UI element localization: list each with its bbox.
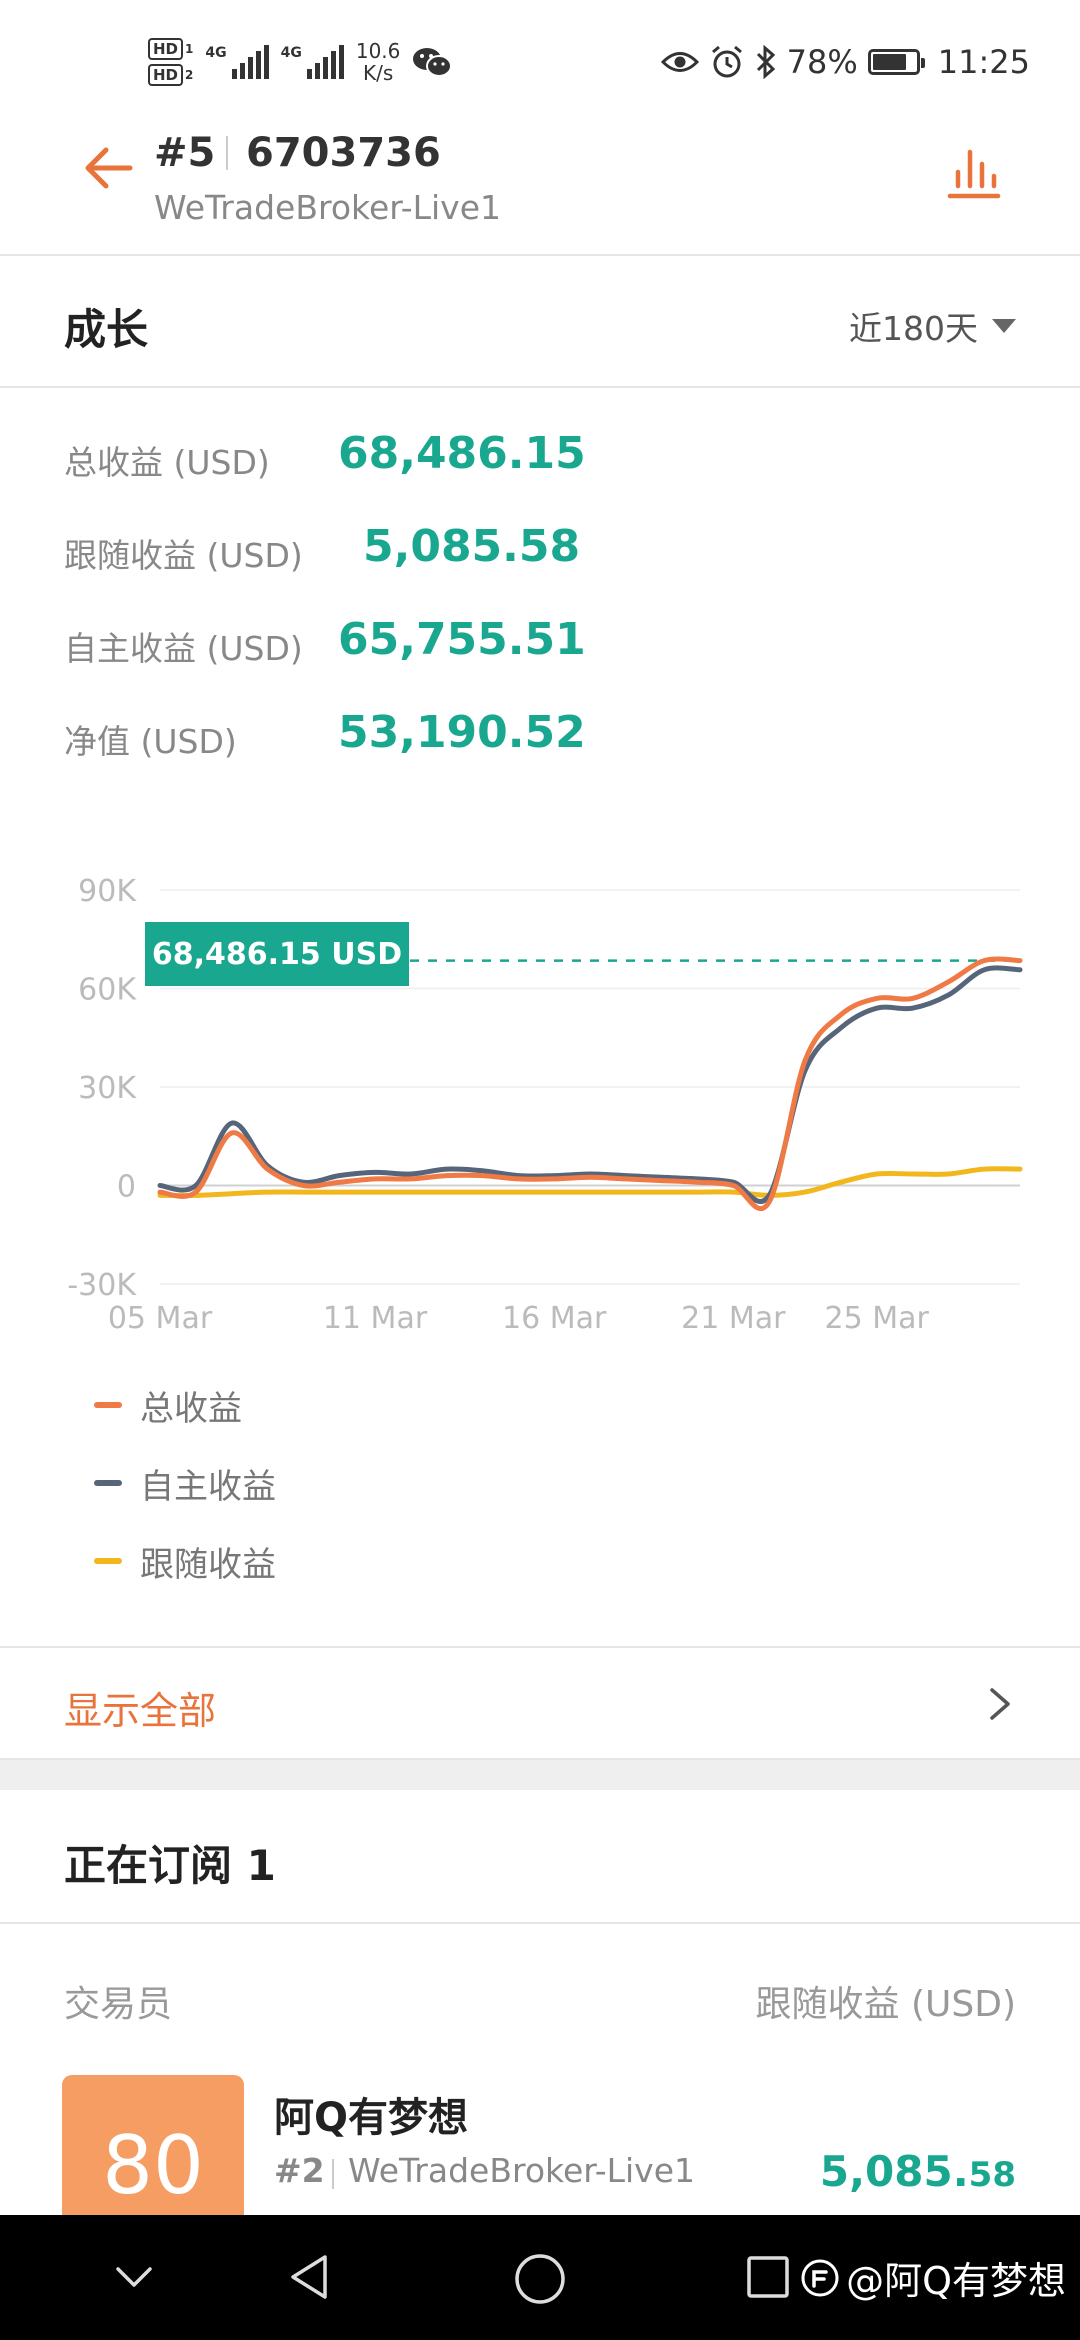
eye-icon [660, 52, 699, 72]
legend-label: 跟随收益 [140, 1544, 276, 1585]
legend-item-total[interactable]: 总收益 [94, 1380, 494, 1430]
stat-total-profit: 总收益 (USD) 68,486.15 [64, 428, 964, 488]
trader-follow-profit: 5,085.58 [820, 2147, 1016, 2196]
chevron-right-icon [990, 1688, 1010, 1720]
stat-label: 净值 (USD) [64, 722, 237, 761]
subscription-title: 正在订阅 1 [64, 1841, 276, 1890]
account-rank: #5 [154, 130, 216, 176]
column-follow-profit: 跟随收益 (USD) [755, 1984, 1016, 2025]
battery-fill [872, 54, 906, 70]
legend-swatch [94, 1402, 122, 1408]
y-tick-label: 60K [78, 973, 137, 1008]
period-label: 近180天 [849, 309, 978, 348]
stat-value: 65,755.51 [338, 614, 586, 665]
status-left: HD 1 HD 2 4G 4G 10.6 K/s [148, 34, 453, 90]
watermark: @阿Q有梦想 [800, 2250, 1066, 2305]
trader-profit-int: 5,085. [819, 2147, 969, 2196]
speed-value: 10.6 [355, 39, 401, 63]
stat-label: 总收益 (USD) [64, 443, 270, 482]
x-tick-label: 11 Mar [323, 1301, 428, 1336]
status-bar: HD 1 HD 2 4G 4G 10.6 K/s 78% 11:25 [0, 0, 1080, 108]
caret-down-icon [992, 319, 1016, 333]
show-all-row[interactable]: 显示全部 [0, 1646, 1080, 1760]
trader-separator [332, 2159, 334, 2189]
legend-label: 自主收益 [140, 1466, 276, 1507]
trader-broker: WeTradeBroker-Live1 [348, 2151, 695, 2190]
trader-name: 阿Q有梦想 [274, 2095, 469, 2141]
x-tick-label: 16 Mar [502, 1301, 607, 1336]
speed-unit: K/s [362, 61, 394, 85]
watermark-text: @阿Q有梦想 [846, 2259, 1066, 2303]
x-tick-label: 21 Mar [681, 1301, 786, 1336]
status-right: 78% 11:25 [660, 40, 1030, 84]
hd1-sub: 1 [185, 42, 194, 56]
subscription-header: 正在订阅 1 [0, 1790, 1080, 1924]
x-tick-label: 25 Mar [825, 1301, 930, 1336]
stat-equity: 净值 (USD) 53,190.52 [64, 707, 964, 767]
series-line-self [157, 965, 1023, 1205]
legend-item-self[interactable]: 自主收益 [94, 1458, 494, 1508]
back-arrow-icon[interactable] [78, 138, 138, 198]
app-header: #5 6703736 WeTradeBroker-Live1 [0, 108, 1080, 256]
hd-icons: HD 1 HD 2 [148, 38, 193, 86]
trader-rank: #2 [274, 2151, 325, 2190]
hd1-icon: HD [148, 38, 184, 60]
hd2-icon: HD [148, 64, 184, 86]
brand-logo-icon [801, 2259, 839, 2296]
column-trader: 交易员 [64, 1984, 173, 2025]
y-tick-label: -30K [67, 1268, 137, 1303]
stat-label: 自主收益 (USD) [64, 629, 303, 668]
account-number: 6703736 [246, 130, 441, 176]
clock: 11:25 [937, 43, 1030, 81]
battery-percent: 78% [786, 43, 858, 81]
net2-label: 4G [280, 45, 302, 61]
nav-recents-icon[interactable] [744, 2253, 792, 2301]
stat-follow-profit: 跟随收益 (USD) 5,085.58 [64, 521, 964, 581]
legend-label: 总收益 [140, 1388, 242, 1429]
signal-1-icon: 4G [205, 45, 269, 79]
legend-swatch [94, 1558, 122, 1564]
signal-2-icon: 4G [281, 45, 344, 79]
header-separator [226, 136, 228, 170]
stat-value: 68,486.15 [338, 428, 586, 479]
wechat-icon [413, 48, 453, 77]
show-all-label: 显示全部 [64, 1689, 217, 1733]
nav-home-icon[interactable] [512, 2251, 568, 2307]
stat-self-profit: 自主收益 (USD) 65,755.51 [64, 614, 964, 674]
stat-value: 53,190.52 [338, 707, 586, 758]
hd2-sub: 2 [185, 68, 194, 82]
growth-title: 成长 [64, 305, 149, 354]
x-tick-label: 05 Mar [108, 1301, 213, 1336]
nav-collapse-icon[interactable] [112, 2263, 156, 2291]
broker-name: WeTradeBroker-Live1 [154, 188, 501, 227]
growth-header: 成长 近180天 [0, 256, 1080, 388]
trader-profit-dec: 58 [968, 2155, 1016, 2195]
stat-label: 跟随收益 (USD) [64, 536, 303, 575]
y-tick-label: 90K [78, 874, 137, 909]
y-tick-label: 30K [78, 1071, 137, 1106]
chart-tooltip: 68,486.15 USD [145, 922, 409, 986]
nav-back-icon[interactable] [285, 2251, 333, 2303]
period-selector[interactable]: 近180天 [849, 302, 1016, 350]
legend-swatch [94, 1480, 122, 1486]
net1-label: 4G [205, 45, 227, 61]
battery-icon [867, 49, 925, 75]
trader-score-value: 80 [102, 2119, 204, 2212]
alarm-icon [711, 45, 742, 78]
y-tick-label: 0 [117, 1170, 136, 1205]
bar-chart-icon[interactable] [944, 144, 1004, 204]
network-speed: 10.6 K/s [356, 40, 401, 84]
bluetooth-icon [756, 45, 775, 79]
stat-value: 5,085.58 [363, 521, 581, 572]
legend-item-follow[interactable]: 跟随收益 [94, 1536, 494, 1586]
section-gap [0, 1760, 1080, 1790]
page: HD 1 HD 2 4G 4G 10.6 K/s 78% 11:25 #5 67… [0, 0, 1080, 2340]
